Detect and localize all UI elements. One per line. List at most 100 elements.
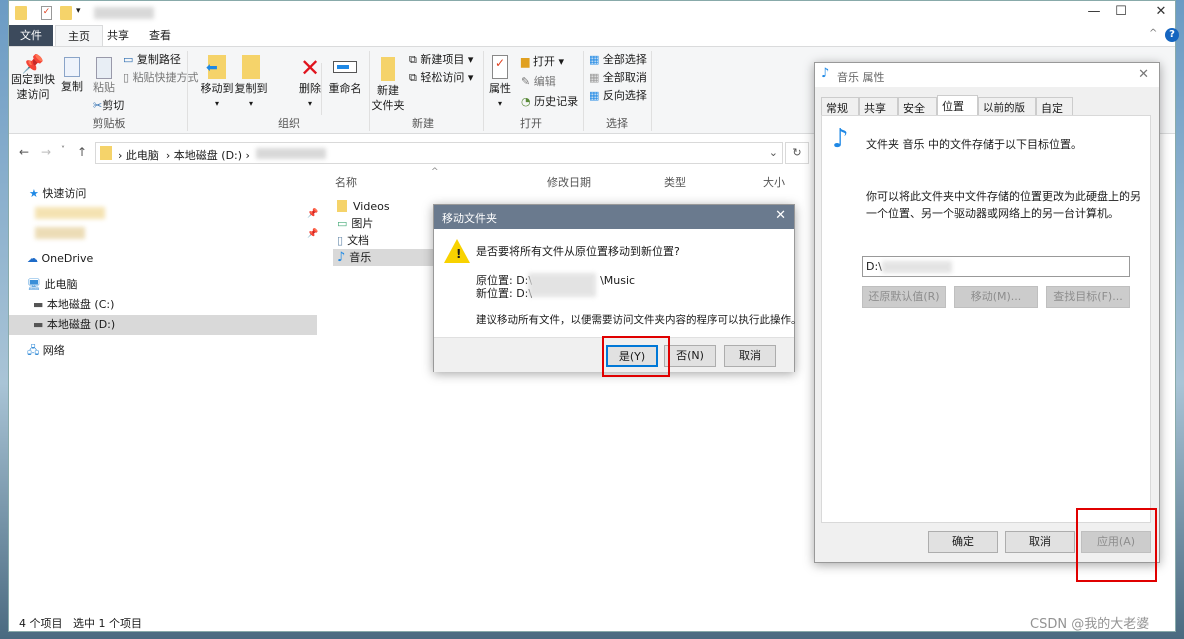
sidebar-item-label: 网络 (42, 344, 65, 357)
network-icon: 🖧 (27, 344, 40, 357)
paste-shortcut-icon: ▯ (123, 71, 130, 84)
new-folder-quick-icon[interactable] (60, 6, 72, 20)
minimize-button[interactable]: — (1079, 4, 1109, 19)
find-target-button[interactable]: 查找目标(F)... (1046, 286, 1130, 308)
location-help-text: 你可以将此文件夹中文件存储的位置更改为此硬盘上的另一个位置、另一个驱动器或网络上… (866, 190, 1141, 220)
open-icon: ▆ (521, 55, 530, 68)
music-note-icon: ♪ (337, 250, 346, 265)
sidebar-item-label: 快速访问 (42, 187, 87, 200)
refresh-button[interactable]: ↻ (785, 142, 809, 164)
cancel-button[interactable]: 取消 (1005, 531, 1075, 553)
rename-icon (333, 61, 357, 73)
dialog-title-bar: 移动文件夹 ✕ (434, 205, 794, 229)
copy-label: 复制 (61, 80, 83, 93)
tab-sharing[interactable]: 共享 (859, 97, 898, 115)
pin-icon[interactable]: 📌 (307, 229, 318, 239)
sidebar-item-onedrive[interactable]: ☁ OneDrive (9, 249, 317, 269)
move-button[interactable]: 移动(M)... (954, 286, 1038, 308)
warning-mark: ! (456, 247, 462, 261)
rename-button[interactable]: 重命名 (327, 55, 363, 96)
address-bar[interactable]: › 此电脑 › 本地磁盘 (D:) › ⌄ (95, 142, 783, 164)
easy-access-button[interactable]: ⧉ 轻松访问 ▾ (409, 69, 473, 87)
sidebar-item-drive-d[interactable]: ▬ 本地磁盘 (D:) (9, 315, 317, 335)
folder-icon (100, 146, 112, 160)
history-label: 历史记录 (534, 95, 579, 108)
invert-selection-button[interactable]: ▦ 反向选择 (589, 87, 647, 105)
tab-previous-versions[interactable]: 以前的版本 (978, 97, 1036, 129)
breadcrumb-this-pc[interactable]: 此电脑 (126, 149, 159, 162)
new-folder-button[interactable]: 新建 文件夹 (371, 57, 405, 113)
pin-icon[interactable]: 📌 (307, 209, 318, 219)
restore-default-button[interactable]: 还原默认值(R) (862, 286, 946, 308)
select-all-button[interactable]: ▦ 全部选择 (589, 51, 647, 69)
copy-icon (64, 57, 80, 77)
tab-customize[interactable]: 自定义 (1036, 97, 1073, 131)
invert-selection-label: 反向选择 (602, 89, 647, 102)
tab-security[interactable]: 安全 (898, 97, 937, 115)
copy-path-button[interactable]: ▭ 复制路径 (123, 51, 181, 69)
pinned-item-redacted[interactable] (35, 227, 85, 239)
column-header-date[interactable]: 修改日期 (547, 174, 591, 190)
dialog-question: 是否要将所有文件从原位置移动到新位置? (476, 245, 680, 258)
help-icon[interactable]: ? (1165, 28, 1179, 42)
select-none-label: 全部取消 (602, 71, 647, 84)
copy-button[interactable]: 复制 (57, 57, 87, 94)
drive-icon: ▬ (33, 298, 44, 311)
column-header-type[interactable]: 类型 (664, 174, 686, 190)
close-button[interactable]: ✕ (1146, 4, 1176, 19)
dialog-title: 移动文件夹 (442, 212, 497, 225)
edit-label: 编辑 (533, 75, 556, 88)
ok-button[interactable]: 确定 (928, 531, 998, 553)
old-location-suffix: \Music (600, 274, 636, 287)
no-button[interactable]: 否(N) (664, 345, 716, 367)
close-button[interactable]: ✕ (1138, 67, 1149, 82)
close-button[interactable]: ✕ (775, 208, 786, 223)
cancel-button[interactable]: 取消 (724, 345, 776, 367)
open-label: 打开 (532, 55, 555, 68)
sidebar-item-label: 本地磁盘 (D:) (46, 318, 116, 331)
select-none-button[interactable]: ▦ 全部取消 (589, 69, 647, 87)
up-button[interactable]: ↑ (77, 145, 87, 159)
highlight-box (602, 336, 670, 377)
tab-view[interactable]: 查看 (137, 25, 183, 47)
sidebar-item-quick-access[interactable]: ★ 快速访问 (9, 184, 317, 204)
back-button[interactable]: ← (19, 145, 29, 159)
properties-quick-icon[interactable]: ✓ (41, 6, 52, 20)
pin-quick-access-button[interactable]: 📌 固定到快 速访问 (11, 56, 55, 102)
copy-to-button[interactable]: 复制到 ▾ (231, 55, 271, 111)
paste-label: 粘贴 (93, 81, 115, 94)
forward-button[interactable]: → (41, 145, 51, 159)
quick-access-dropdown-icon[interactable]: ▾ (76, 6, 81, 16)
maximize-button[interactable]: ☐ (1106, 4, 1136, 19)
cut-button[interactable]: ✂剪切 (93, 97, 124, 115)
sidebar-item-drive-c[interactable]: ▬ 本地磁盘 (C:) (9, 295, 317, 315)
sidebar-item-label: 本地磁盘 (C:) (46, 298, 115, 311)
tab-file[interactable]: 文件 (9, 25, 53, 47)
paste-button[interactable]: 粘贴 (89, 57, 119, 95)
edit-button[interactable]: ✎ 编辑 (521, 73, 556, 91)
column-header-size[interactable]: 大小 (763, 174, 785, 190)
tab-share[interactable]: 共享 (95, 25, 141, 47)
file-name: 图片 (351, 217, 374, 230)
sidebar-item-this-pc[interactable]: 🖥 此电脑 (9, 275, 317, 295)
new-item-button[interactable]: ⧉ 新建项目 ▾ (409, 51, 473, 69)
breadcrumb-drive-d[interactable]: 本地磁盘 (D:) (174, 149, 242, 162)
collapse-ribbon-icon[interactable]: ^ (1149, 28, 1157, 39)
tab-location[interactable]: 位置 (937, 95, 978, 115)
history-button[interactable]: ◔ 历史记录 (521, 93, 578, 111)
sidebar-item-network[interactable]: 🖧 网络 (9, 341, 317, 361)
pinned-item-redacted[interactable] (35, 207, 105, 219)
window-title-redacted (94, 7, 154, 19)
recent-dropdown[interactable]: ˅ (61, 145, 65, 154)
tab-general[interactable]: 常规 (821, 97, 859, 115)
location-description: 文件夹 音乐 中的文件存储于以下目标位置。 (866, 138, 1082, 151)
dialog-title: 音乐 属性 (837, 71, 885, 84)
open-button[interactable]: ▆ 打开 ▾ (521, 53, 564, 71)
properties-button[interactable]: ✓ 属性 ▾ (487, 55, 513, 111)
column-header-name[interactable]: 名称 (335, 174, 357, 190)
status-selected-count: 选中 1 个项目 (73, 617, 142, 630)
select-none-icon: ▦ (589, 71, 600, 84)
address-dropdown-icon[interactable]: ⌄ (769, 146, 778, 159)
select-all-icon: ▦ (589, 53, 600, 66)
path-redacted (528, 273, 596, 297)
